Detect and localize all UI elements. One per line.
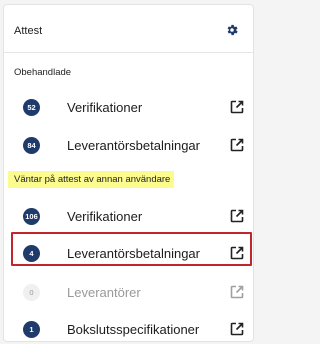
gear-icon[interactable] <box>225 23 239 37</box>
panel-header: Attest <box>4 5 253 53</box>
list-item-verifikationer-unprocessed[interactable]: 52 Verifikationer <box>4 92 253 122</box>
external-link-icon[interactable] <box>230 138 244 152</box>
external-link-icon[interactable] <box>230 246 244 260</box>
count-badge: 4 <box>23 244 40 262</box>
list-item-leverantorsbetalningar-unprocessed[interactable]: 84 Leverantörsbetalningar <box>4 130 253 160</box>
count-badge: 52 <box>23 98 40 116</box>
list-item-bokslutsspecifikationer-awaiting[interactable]: 1 Bokslutsspecifikationer <box>4 314 253 341</box>
list-item-label: Verifikationer <box>67 99 143 115</box>
panel-title: Attest <box>14 25 43 37</box>
count-badge: 1 <box>23 320 40 338</box>
section-label-awaiting-other-user: Väntar på attest av annan användare <box>8 171 175 188</box>
external-link-icon[interactable] <box>230 322 244 336</box>
list-item-verifikationer-awaiting[interactable]: 106 Verifikationer <box>4 201 253 231</box>
list-item-label: Leverantörsbetalningar <box>67 137 200 153</box>
section-label-unprocessed: Obehandlade <box>14 67 72 78</box>
count-badge: 0 <box>23 283 40 301</box>
list-item-leverantorsbetalningar-awaiting[interactable]: 4 Leverantörsbetalningar <box>4 238 253 268</box>
external-link-icon[interactable] <box>230 209 244 223</box>
attest-panel: Attest Obehandlade 52 Verifikationer 84 … <box>3 4 254 342</box>
list-item-label: Bokslutsspecifikationer <box>67 321 200 337</box>
list-item-label: Leverantörsbetalningar <box>67 245 200 261</box>
external-link-icon[interactable] <box>230 285 244 299</box>
list-item-label: Verifikationer <box>67 208 143 224</box>
count-badge: 106 <box>23 207 40 225</box>
count-badge: 84 <box>23 136 40 154</box>
external-link-icon[interactable] <box>230 100 244 114</box>
list-item-label: Leverantörer <box>67 284 141 300</box>
list-item-leverantorer-awaiting[interactable]: 0 Leverantörer <box>4 277 253 307</box>
